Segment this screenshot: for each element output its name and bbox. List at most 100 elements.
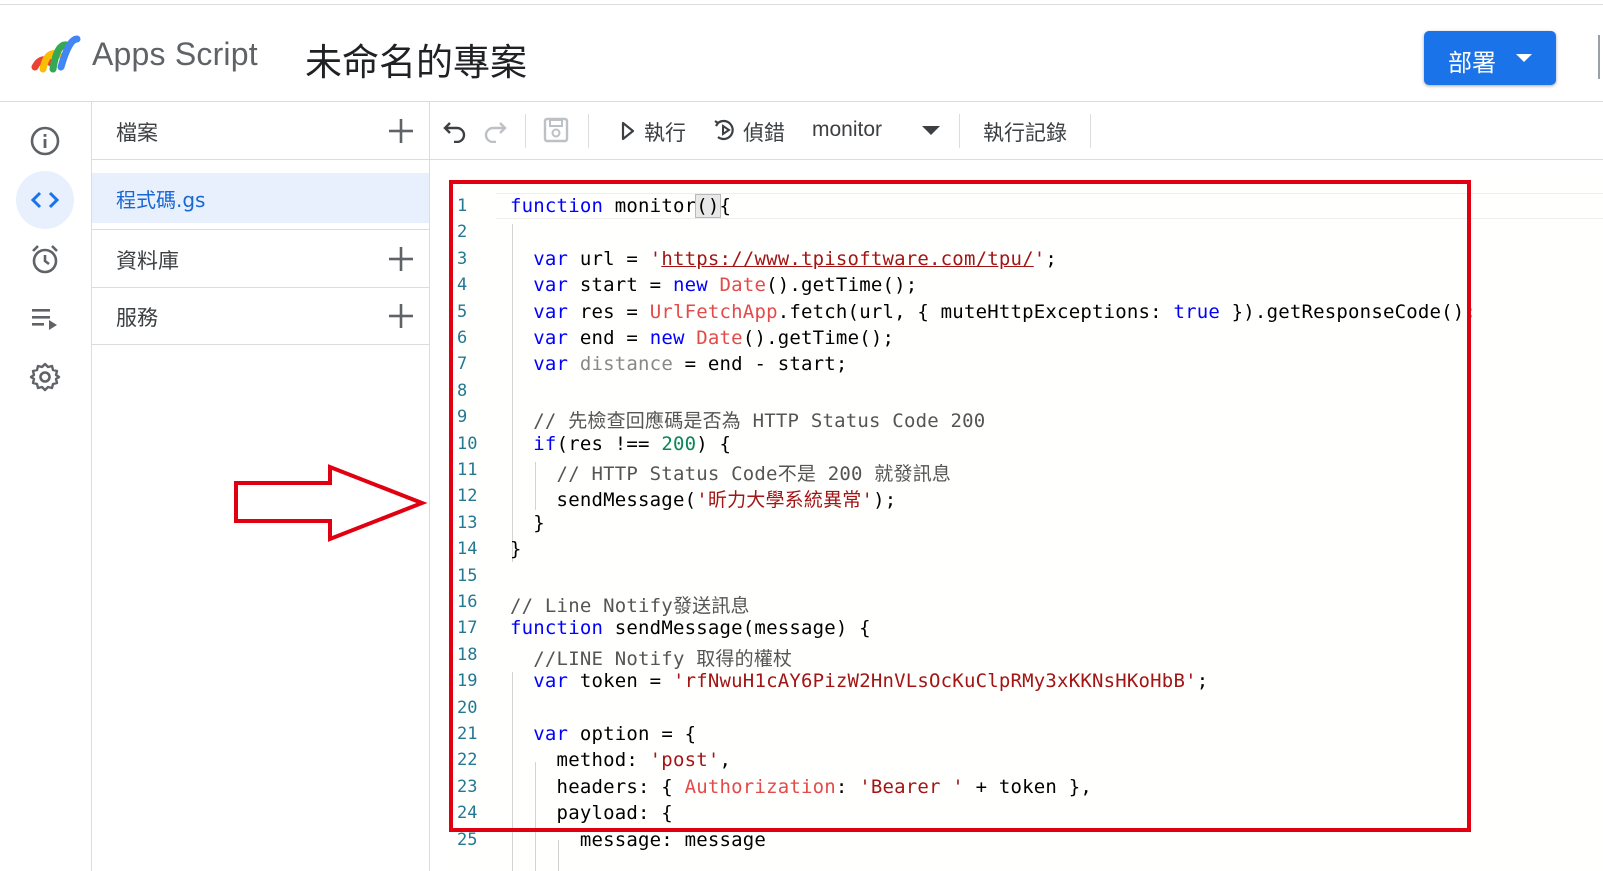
- editor-toolbar: 執行 偵錯 monitor 執行記錄: [430, 102, 1603, 160]
- code-text: var end = new Date().getTime();: [533, 327, 895, 349]
- code-text: message: message: [510, 828, 767, 851]
- code-text: }: [510, 511, 545, 534]
- code-text: // 先檢查回應碼是否為 HTTP Status Code 200: [510, 410, 986, 433]
- nav-executions[interactable]: [16, 289, 74, 347]
- code-line: 5 var res = UrlFetchApp.fetch(url, { mut…: [448, 299, 1603, 325]
- libraries-label: 資料庫: [116, 249, 179, 273]
- line-number: 2: [457, 222, 468, 243]
- line-number: 5: [457, 301, 468, 322]
- function-selector-value: monitor: [812, 118, 883, 141]
- add-file-plus-icon[interactable]: [387, 117, 415, 145]
- line-number: 17: [457, 618, 478, 639]
- code-text: function sendMessage(message) {: [510, 617, 871, 640]
- toolbar-divider: [588, 114, 589, 148]
- services-section: 服務: [92, 287, 429, 345]
- code-text: var token = 'rfNwuH1cAY6PizW2HnVLsOcKuCl…: [533, 670, 1209, 693]
- annotation-arrow-icon: [234, 464, 428, 542]
- code-text: sendMessage('昕力大學系統異常');: [510, 489, 897, 512]
- execution-log-button[interactable]: 執行記錄: [983, 102, 1073, 159]
- file-item-code-gs[interactable]: 程式碼.gs: [92, 173, 429, 223]
- line-number: 1: [457, 196, 468, 216]
- apps-script-logo-icon[interactable]: [31, 33, 83, 77]
- code-line: 11 // HTTP Status Code不是 200 就發訊息: [448, 457, 1603, 485]
- code-line: 10 if(res !== 200) {: [448, 431, 1603, 457]
- code-text: // Line Notify發送訊息: [510, 595, 750, 617]
- line-number: 12: [457, 486, 478, 507]
- line-number: 4: [457, 275, 468, 296]
- chevron-down-icon: [922, 126, 940, 135]
- code-icon: [30, 191, 60, 209]
- save-icon[interactable]: [543, 117, 569, 143]
- services-label: 服務: [116, 306, 158, 330]
- run-button[interactable]: 執行: [617, 102, 699, 159]
- line-number: 23: [457, 776, 478, 797]
- debug-button[interactable]: 偵錯: [713, 102, 795, 159]
- code-text: if(res !== 200) {: [533, 432, 732, 455]
- nav-triggers[interactable]: [16, 230, 74, 288]
- line-number: 9: [457, 407, 468, 428]
- code-line: 9 // 先檢查回應碼是否為 HTTP Status Code 200: [448, 404, 1603, 433]
- redo-icon[interactable]: [482, 117, 508, 143]
- info-icon: [30, 126, 60, 156]
- nav-overview[interactable]: [16, 112, 74, 170]
- code-line: 20: [448, 695, 1603, 721]
- code-line: 3 var url = 'https://www.tpisoftware.com…: [448, 246, 1603, 272]
- code-line: 25 message: message: [448, 827, 1603, 853]
- deploy-button[interactable]: 部署: [1424, 31, 1556, 85]
- line-number: 24: [457, 803, 478, 824]
- code-text: var res = UrlFetchApp.fetch(url, { muteH…: [533, 300, 1477, 323]
- chevron-down-icon: [1516, 54, 1532, 62]
- code-line: 6 var end = new Date().getTime();: [448, 325, 1603, 351]
- code-line: 1 function monitor(){: [448, 193, 1603, 219]
- code-line: 15: [448, 563, 1603, 589]
- code-line: 21 var option = {: [448, 721, 1603, 747]
- brand-name: Apps Script: [92, 36, 258, 72]
- gear-icon: [29, 362, 61, 392]
- code-text: // HTTP Status Code不是 200 就發訊息: [510, 463, 952, 485]
- code-editor[interactable]: 1 function monitor(){ 2 3 var url = 'htt…: [448, 176, 1603, 871]
- app-header: Apps Script 未命名的專案 部署: [0, 5, 1603, 102]
- file-item-label: 程式碼.gs: [116, 188, 206, 212]
- add-service-plus-icon[interactable]: [387, 302, 415, 330]
- code-text: var url = 'https://www.tpisoftware.com/t…: [533, 247, 1058, 270]
- nav-editor[interactable]: [16, 171, 74, 229]
- code-text: method: 'post',: [510, 749, 732, 772]
- code-line: 7 var distance = end - start;: [448, 351, 1603, 377]
- line-number: 7: [457, 354, 468, 375]
- deploy-button-label: 部署: [1448, 49, 1496, 77]
- code-line: 14 }: [448, 536, 1603, 562]
- line-number: 16: [457, 592, 478, 612]
- code-line: 22 method: 'post',: [448, 747, 1603, 773]
- code-text: var start = new Date().getTime();: [533, 274, 918, 297]
- add-library-plus-icon[interactable]: [387, 245, 415, 273]
- code-line: 12 sendMessage('昕力大學系統異常');: [448, 483, 1603, 512]
- alarm-clock-icon: [32, 245, 58, 274]
- line-number: 21: [457, 724, 478, 744]
- code-line: 16 // Line Notify發送訊息: [448, 589, 1603, 617]
- nav-rail: [0, 102, 92, 871]
- line-number: 13: [457, 512, 478, 533]
- toolbar-divider: [525, 114, 526, 148]
- line-number: 8: [457, 380, 468, 401]
- files-section-header: 檔案: [92, 102, 429, 160]
- code-text: //LINE Notify 取得的權杖: [510, 647, 793, 670]
- code-line: 23 headers: { Authorization: 'Bearer ' +…: [448, 774, 1603, 800]
- nav-settings[interactable]: [16, 348, 74, 406]
- line-number: 10: [457, 433, 478, 454]
- code-line: 19 var token = 'rfNwuH1cAY6PizW2HnVLsOcK…: [448, 668, 1603, 694]
- libraries-section: 資料庫: [92, 229, 429, 288]
- undo-icon[interactable]: [442, 117, 468, 143]
- code-line: 4 var start = new Date().getTime();: [448, 272, 1603, 298]
- code-text: var option = {: [533, 723, 697, 745]
- line-number: 3: [457, 248, 468, 269]
- project-title[interactable]: 未命名的專案: [305, 32, 527, 86]
- code-line: 2: [448, 219, 1603, 245]
- line-number: 15: [457, 565, 478, 586]
- debug-label: 偵錯: [743, 121, 785, 145]
- line-number: 6: [457, 328, 468, 348]
- debug-icon: [714, 119, 734, 141]
- function-selector[interactable]: monitor: [812, 102, 947, 159]
- executions-icon: [32, 309, 57, 330]
- files-label: 檔案: [116, 121, 158, 145]
- line-number: 20: [457, 697, 478, 718]
